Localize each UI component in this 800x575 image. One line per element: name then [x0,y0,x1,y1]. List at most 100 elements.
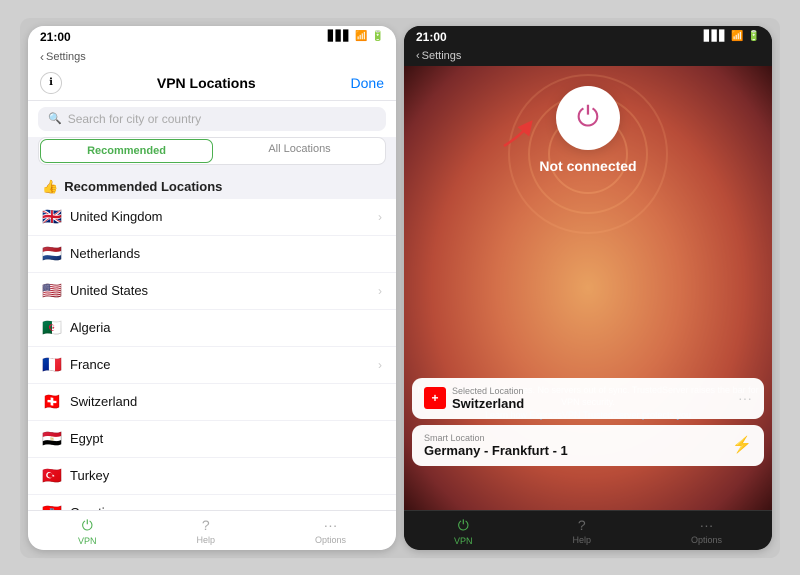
right-options-tab-icon: ··· [699,517,713,533]
right-bottom-tab-help[interactable]: ? Help [572,517,591,546]
right-back-settings-label[interactable]: Settings [422,50,462,62]
battery-icon-dark: 🔋 [748,31,760,42]
bottom-tab-vpn[interactable]: ⏻ VPN [78,517,97,546]
search-bar[interactable]: 🔍 Search for city or country [38,107,386,131]
right-back-arrow-icon: ‹ [416,50,420,62]
flag-icon: 🇹🇷 [42,466,62,486]
flag-icon: 🇭🇷 [42,503,62,510]
selected-location-card[interactable]: + Selected Location Switzerland ··· [412,378,764,419]
section-header-text: Recommended Locations [64,179,222,194]
right-status-bar: 21:00 ▋▋▋ 📶 🔋 [404,26,772,48]
right-bottom-tab-options-label: Options [691,535,722,545]
list-item[interactable]: 🇨🇭 Switzerland [28,384,396,421]
signal-icon-dark: ▋▋▋ [704,31,727,42]
signal-icon: ▋▋▋ [328,31,351,42]
power-button[interactable]: ⏻ [556,86,620,150]
help-tab-icon: ? [202,517,210,533]
nav-bar: ℹ VPN Locations Done [28,68,396,101]
flag-icon: 🇫🇷 [42,355,62,375]
flag-icon: 🇺🇸 [42,281,62,301]
bottom-tab-vpn-label: VPN [78,536,97,546]
flag-icon: 🇩🇿 [42,318,62,338]
right-bottom-tab-options[interactable]: ··· Options [691,517,722,546]
left-phone: 21:00 ▋▋▋ 📶 🔋 ‹ Settings ℹ VPN Locations… [28,26,396,550]
chevron-icon: › [378,210,382,224]
chevron-icon: › [378,358,382,372]
location-name: Algeria [70,320,374,335]
location-cards: + Selected Location Switzerland ··· Smar… [412,378,764,466]
bottom-tab-help[interactable]: ? Help [196,517,215,546]
right-bottom-tab-help-label: Help [572,535,591,545]
tab-bar: Recommended All Locations [38,137,386,165]
smart-location-info: Smart Location Germany - Frankfurt - 1 [424,433,726,458]
list-item[interactable]: 🇹🇷 Turkey [28,458,396,495]
arrow-indicator [500,118,538,155]
bottom-tab-options[interactable]: ··· Options [315,517,346,546]
switzerland-flag-icon: + [424,387,446,409]
list-item[interactable]: 🇺🇸 United States › [28,273,396,310]
flag-icon: 🇨🇭 [42,392,62,412]
right-status-time: 21:00 [416,30,447,44]
search-icon: 🔍 [48,112,62,125]
right-status-icons: ▋▋▋ 📶 🔋 [704,31,760,42]
location-name: United Kingdom [70,209,370,224]
info-icon[interactable]: ℹ [40,72,62,94]
right-help-tab-icon: ? [578,517,586,533]
list-item[interactable]: 🇩🇿 Algeria [28,310,396,347]
location-name: Egypt [70,431,374,446]
right-bottom-tab-vpn-label: VPN [454,536,473,546]
back-settings-bar: ‹ Settings [28,48,396,68]
connection-status: Not connected [539,158,636,174]
smart-location-card[interactable]: Smart Location Germany - Frankfurt - 1 ⚡ [412,425,764,466]
tab-all-locations[interactable]: All Locations [214,138,385,164]
done-button[interactable]: Done [351,75,384,91]
smart-location-label: Smart Location [424,433,726,443]
location-name: France [70,357,370,372]
right-bottom-tab-vpn[interactable]: ⏻ VPN [454,517,473,546]
more-icon[interactable]: ··· [738,390,752,406]
selected-location-info: Selected Location Switzerland [452,386,732,411]
battery-icon: 🔋 [372,31,384,42]
tab-recommended[interactable]: Recommended [40,139,213,163]
power-icon: ⏻ [577,101,599,134]
gradient-bg: ⏻ Not connected No data saved to hard dr… [404,66,772,510]
left-status-icons: ▋▋▋ 📶 🔋 [328,31,384,42]
options-tab-icon: ··· [323,517,337,533]
flag-icon: 🇪🇬 [42,429,62,449]
location-name: Netherlands [70,246,374,261]
right-phone: 21:00 ▋▋▋ 📶 🔋 ‹ Settings ⏻ [404,26,772,550]
search-placeholder: Search for city or country [68,112,201,126]
location-name: United States [70,283,370,298]
wifi-icon-dark: 📶 [731,31,743,42]
selected-location-label: Selected Location [452,386,732,396]
smart-location-value: Germany - Frankfurt - 1 [424,443,726,458]
power-tab-icon: ⏻ [82,517,93,534]
right-bottom-tab-bar: ⏻ VPN ? Help ··· Options [404,510,772,550]
section-header: 👍 Recommended Locations [28,171,396,199]
list-item[interactable]: 🇫🇷 France › [28,347,396,384]
back-settings-label[interactable]: Settings [46,51,86,63]
search-bar-wrap: 🔍 Search for city or country [28,101,396,137]
left-status-bar: 21:00 ▋▋▋ 📶 🔋 [28,26,396,48]
bottom-tab-bar: ⏻ VPN ? Help ··· Options [28,510,396,550]
list-item[interactable]: 🇬🇧 United Kingdom › [28,199,396,236]
left-status-time: 21:00 [40,30,71,44]
bottom-tab-help-label: Help [196,535,215,545]
list-item[interactable]: 🇳🇱 Netherlands [28,236,396,273]
right-back-settings: ‹ Settings [404,48,772,66]
right-power-tab-icon: ⏻ [458,517,469,534]
flag-icon: 🇬🇧 [42,207,62,227]
bottom-tab-options-label: Options [315,535,346,545]
back-arrow-icon: ‹ [40,50,44,64]
location-name: Switzerland [70,394,374,409]
flag-icon: 🇳🇱 [42,244,62,264]
nav-title: VPN Locations [157,75,256,91]
wifi-icon: 📶 [355,31,367,42]
list-item[interactable]: 🇭🇷 Croatia [28,495,396,510]
selected-location-value: Switzerland [452,396,732,411]
location-name: Turkey [70,468,374,483]
locations-list: 👍 Recommended Locations 🇬🇧 United Kingdo… [28,171,396,510]
list-item[interactable]: 🇪🇬 Egypt [28,421,396,458]
chevron-icon: › [378,284,382,298]
lightning-icon: ⚡ [732,435,752,455]
